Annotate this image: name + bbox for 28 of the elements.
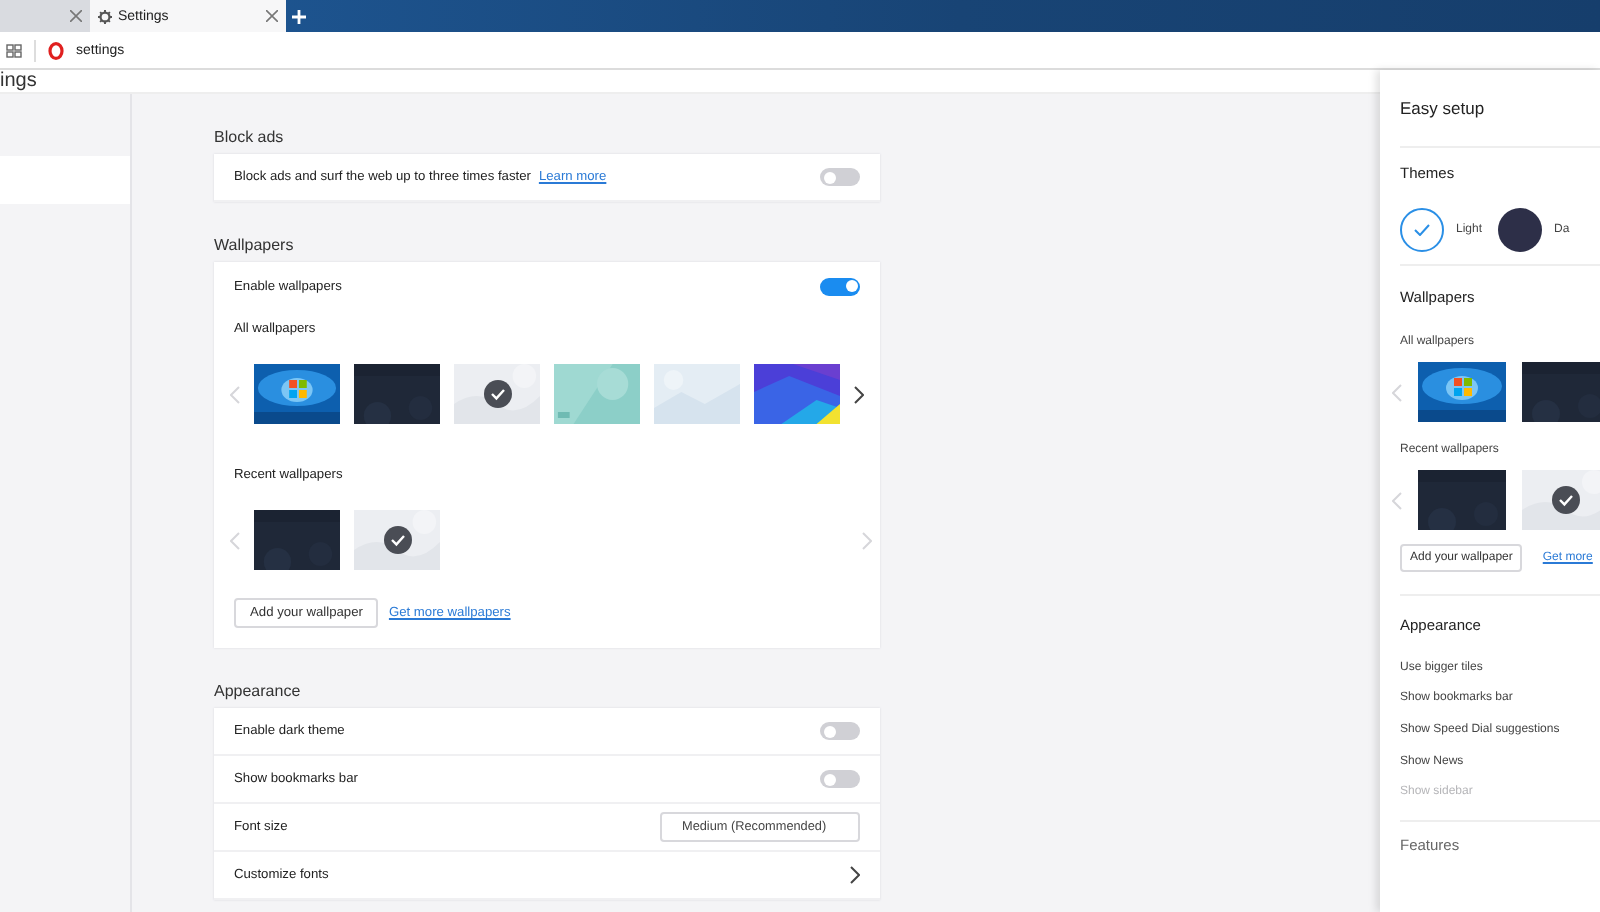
close-icon[interactable]	[70, 10, 82, 22]
sidebar-item[interactable]	[0, 156, 130, 204]
chevron-left-icon[interactable]	[1392, 383, 1402, 401]
check-icon	[383, 526, 411, 554]
chevron-right-icon[interactable]	[850, 866, 860, 884]
toggle-switch[interactable]	[820, 277, 860, 295]
toggle-switch[interactable]	[820, 168, 860, 186]
chevron-left-icon[interactable]	[230, 531, 240, 549]
page-title: ings	[0, 70, 37, 92]
chevron-left-icon[interactable]	[230, 385, 240, 403]
chevron-right-icon[interactable]	[854, 385, 864, 403]
close-icon[interactable]	[266, 10, 278, 22]
gear-icon	[98, 9, 112, 23]
chevron-left-icon[interactable]	[1392, 491, 1402, 509]
toggle-switch[interactable]	[820, 722, 860, 740]
panel-title: Easy setup	[1400, 98, 1485, 118]
section-title: Wallpapers	[214, 236, 294, 254]
ring-icon	[48, 41, 64, 59]
section-title: Appearance	[214, 682, 301, 700]
theme-option[interactable]	[1498, 208, 1543, 252]
toggle-switch[interactable]	[820, 770, 860, 788]
browser-tab[interactable]	[0, 0, 90, 32]
plus-icon[interactable]	[291, 9, 305, 23]
section-title: Block ads	[214, 128, 284, 146]
check-icon	[1414, 224, 1430, 236]
grid-icon[interactable]	[6, 43, 22, 57]
check-icon	[1552, 486, 1580, 514]
check-icon	[483, 380, 511, 408]
